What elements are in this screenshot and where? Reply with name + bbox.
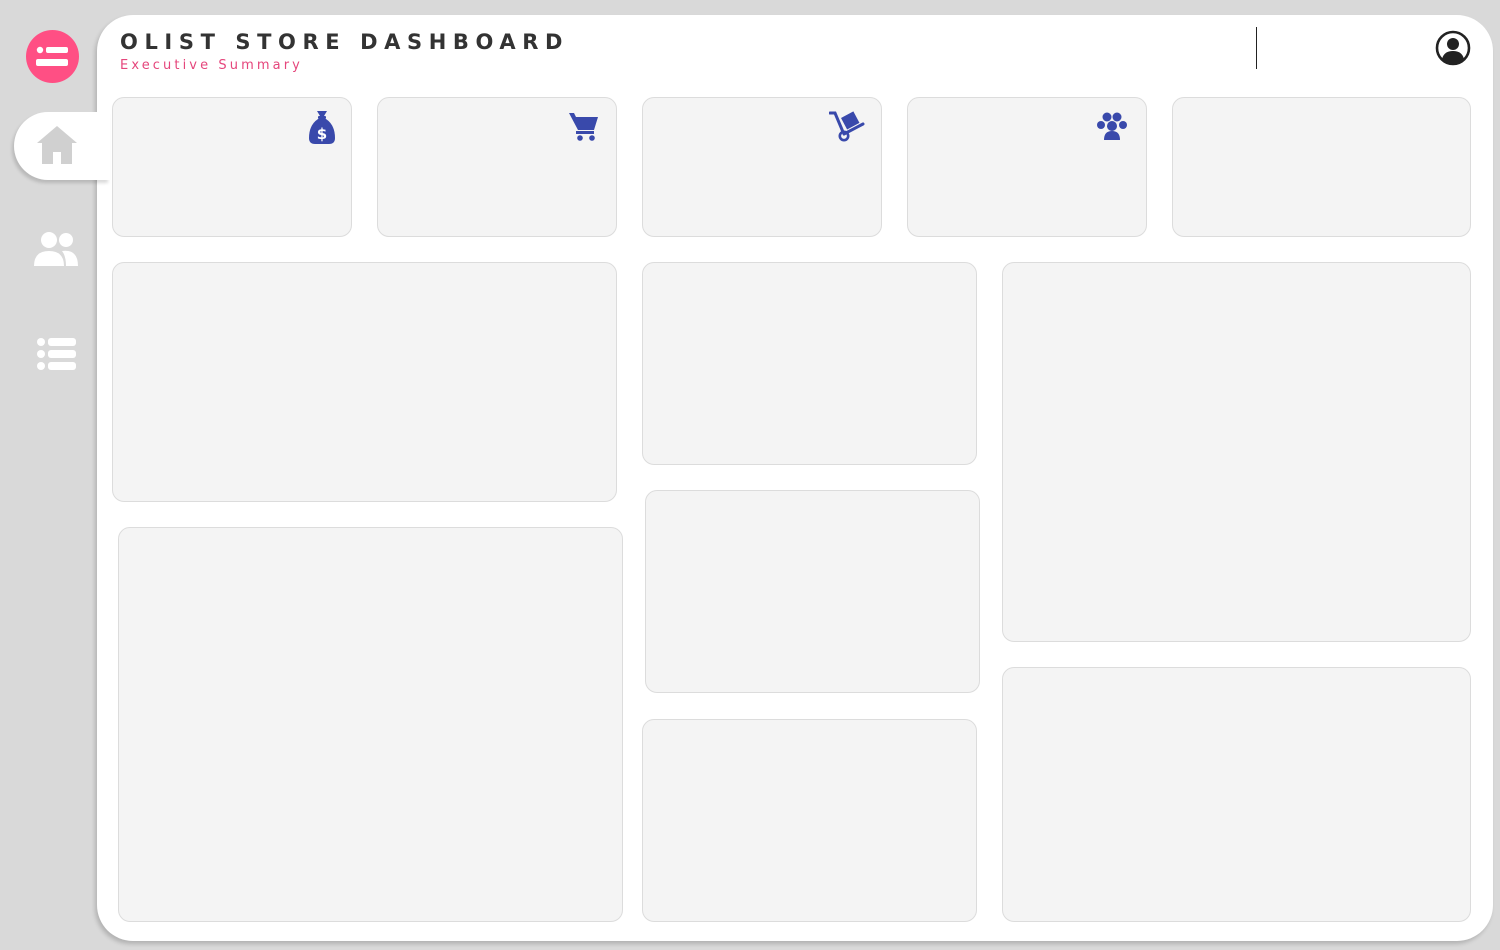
hand-truck-icon <box>829 111 865 142</box>
money-bag-icon: $ <box>309 111 335 144</box>
user-circle-icon <box>1435 30 1471 66</box>
users-icon <box>34 232 78 266</box>
home-icon <box>37 126 77 164</box>
chart-panel-left-top <box>112 262 617 502</box>
user-profile-button[interactable] <box>1434 29 1472 67</box>
kpi-card-extra <box>1172 97 1471 237</box>
chart-panel-right-top <box>1002 262 1471 642</box>
chart-panel-middle-2 <box>645 490 980 693</box>
kpi-card-revenue: $ <box>112 97 352 237</box>
kpi-card-delivery <box>642 97 882 237</box>
chart-panel-right-bottom <box>1002 667 1471 922</box>
shopping-cart-icon <box>569 113 598 141</box>
menu-button[interactable] <box>26 30 79 83</box>
chart-panel-middle-3 <box>642 719 977 922</box>
sidebar-item-list[interactable] <box>36 336 78 372</box>
svg-text:$: $ <box>317 125 327 143</box>
menu-list-icon <box>36 46 68 66</box>
customers-group-icon <box>1097 112 1127 140</box>
kpi-card-orders <box>377 97 617 237</box>
page-title: OLIST STORE DASHBOARD <box>120 30 570 54</box>
sidebar-item-home[interactable] <box>14 112 110 180</box>
chart-panel-middle-1 <box>642 262 977 465</box>
header-divider <box>1256 27 1257 69</box>
sidebar-item-users[interactable] <box>32 230 80 270</box>
dashboard-root: OLIST STORE DASHBOARD Executive Summary … <box>0 0 1500 950</box>
chart-panel-left-bottom <box>118 527 623 922</box>
page-subtitle: Executive Summary <box>120 58 303 73</box>
list-icon <box>37 338 76 370</box>
kpi-card-customers <box>907 97 1147 237</box>
